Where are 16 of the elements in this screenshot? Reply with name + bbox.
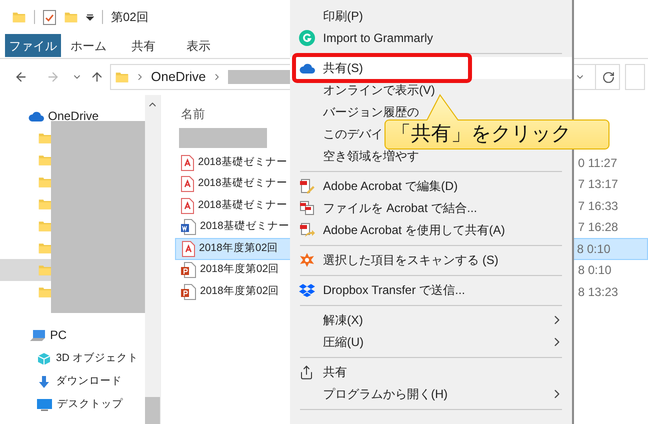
file-name: 2018年度第02回 <box>200 262 280 278</box>
file-date: 7 16:33 <box>578 198 620 215</box>
file-name: 2018基礎ゼミナー <box>198 154 288 170</box>
file-date: 8 13:23 <box>578 284 620 301</box>
file-name: 2018年度第02回 <box>200 284 280 299</box>
callout-text: 「共有」をクリック <box>391 122 571 147</box>
file-date: 8 0:10 <box>578 262 612 280</box>
file-date: 0 11:27 <box>578 154 618 172</box>
file-name: 2018基礎ゼミナー <box>198 198 288 213</box>
file-name: 2018年度第02回 <box>199 240 278 256</box>
file-date: 7 16:28 <box>578 219 620 236</box>
file-name: 2018基礎ゼミナー <box>198 176 288 192</box>
file-date: 7 13:17 <box>578 176 620 194</box>
window-title: 第02回 <box>111 9 148 26</box>
file-date: 8 0:10 <box>577 240 612 258</box>
file-name: 2018基礎ゼミナー <box>200 219 290 234</box>
